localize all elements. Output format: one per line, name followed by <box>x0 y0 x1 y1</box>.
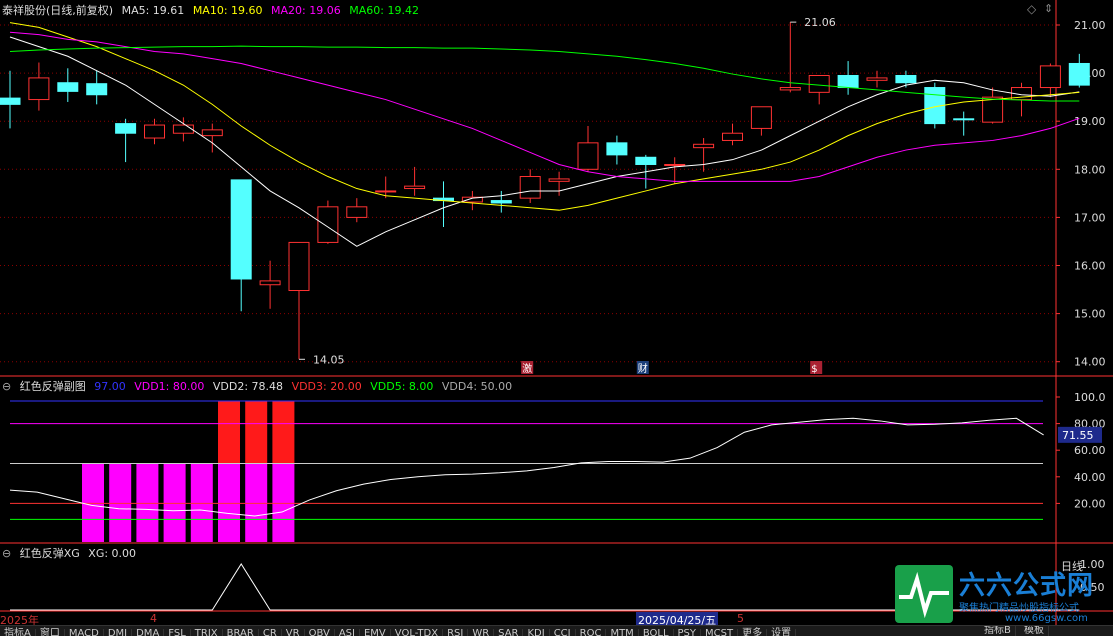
candle-body <box>201 129 223 137</box>
candle-body <box>144 124 165 139</box>
magenta-bar <box>190 463 213 542</box>
candle-body <box>519 176 541 199</box>
candle-body <box>953 118 975 121</box>
candle-body <box>577 142 599 170</box>
magenta-bar <box>272 463 295 542</box>
ma5-label: MA5: 19.61 <box>121 4 185 17</box>
red-bar <box>218 400 240 464</box>
event-mark-label: 激 <box>522 362 532 375</box>
stock-title: 泰祥股份(日线,前复权) <box>2 4 114 17</box>
candle-body <box>779 87 801 91</box>
chart-canvas: 21.00 20.00 19.00 18.00 17.00 16.00 15.00 14.00… <box>0 0 1113 625</box>
indicator-tabs: 指标A 窗口 MACD DMI DMA FSL TRIX BRAR CR VR OBV ASI EMV V… <box>0 625 1113 636</box>
ma10-label: MA10: 19.60 <box>192 4 263 17</box>
candle-body <box>490 200 512 204</box>
sub2-xg: XG: 0.00 <box>88 547 137 560</box>
diamond-icon[interactable]: ◇ <box>1027 2 1036 16</box>
date-may: 5 <box>737 612 744 625</box>
candle-body <box>172 124 194 134</box>
candle-body <box>115 123 137 134</box>
candle-body <box>375 190 397 193</box>
sub1-y-tick-label: 100.0 <box>1074 391 1106 404</box>
ma-line-ma5 <box>9 36 1080 247</box>
candle-body <box>693 143 715 149</box>
candle-body <box>548 178 570 182</box>
sub1-y-tick-label: 20.00 <box>1074 497 1106 510</box>
candle-body <box>86 83 108 96</box>
logo-url: www.66gsw.com <box>1005 613 1088 624</box>
candle-body <box>28 77 50 101</box>
candle-body <box>57 82 79 92</box>
candle-body <box>808 75 830 93</box>
event-mark-label: 财 <box>638 362 648 375</box>
ma-line-ma20 <box>9 31 1080 182</box>
max-label: 21.06 <box>804 16 836 29</box>
main-y-tick-label: 14.00 <box>1074 356 1106 369</box>
magenta-bar <box>136 463 159 542</box>
main-y-tick-label: 16.00 <box>1074 260 1106 273</box>
main-legend: 泰祥股份(日线,前复权) MA5: 19.61 MA10: 19.60 MA20… <box>2 2 424 18</box>
candle-body <box>259 280 281 286</box>
candle-body <box>230 179 252 280</box>
ma20-label: MA20: 19.06 <box>271 4 341 17</box>
magenta-bar <box>245 463 268 542</box>
candle-body <box>982 96 1004 123</box>
candle-body <box>317 206 339 243</box>
min-label: 14.05 <box>313 353 345 366</box>
candle-body <box>1039 65 1061 89</box>
main-y-tick-label: 17.00 <box>1074 211 1106 224</box>
date-april: 4 <box>150 612 157 625</box>
sub1-vdd2: VDD2: 78.48 <box>212 380 284 393</box>
main-y-tick-label: 15.00 <box>1074 308 1106 321</box>
candle-body <box>664 163 686 166</box>
magenta-bar <box>163 463 186 542</box>
candle-body <box>750 106 772 129</box>
candle-body <box>0 97 21 105</box>
sub1-vdd1: VDD1: 80.00 <box>134 380 205 393</box>
sub1-title: 红色反弹副图 <box>19 380 86 393</box>
sub2-expand-icon[interactable]: ⊖ <box>2 547 11 560</box>
scroll-arrows-icon[interactable]: ⇕ <box>1044 2 1053 15</box>
red-bar <box>245 400 268 464</box>
candle-body <box>606 142 628 156</box>
magenta-bar <box>218 463 240 542</box>
sub1-y-tick-label: 40.00 <box>1074 471 1106 484</box>
candle-body <box>404 185 426 190</box>
sub1-expand-icon[interactable]: ⊖ <box>2 380 11 393</box>
candle-body <box>722 132 743 141</box>
sub1-vdd4: VDD4: 50.00 <box>441 380 513 393</box>
candle-body <box>635 156 657 165</box>
current-value-label: 71.55 <box>1062 429 1094 442</box>
main-y-tick-label: 18.00 <box>1074 163 1106 176</box>
ma60-label: MA60: 19.42 <box>349 4 419 17</box>
red-bar <box>272 400 295 464</box>
magenta-bar <box>82 463 104 542</box>
candle-body <box>837 75 859 89</box>
candle-body <box>346 206 368 218</box>
candle-body <box>1068 62 1090 86</box>
event-mark-label: $ <box>811 364 817 375</box>
main-y-tick-label: 19.00 <box>1074 115 1106 128</box>
sub2-title: 红色反弹XG <box>19 547 80 560</box>
candle-body <box>895 75 917 84</box>
main-y-tick-label: 21.00 <box>1074 19 1106 32</box>
sub1-legend: ⊖ 红色反弹副图 97.00 VDD1: 80.00 VDD2: 78.48 V… <box>2 378 517 394</box>
sub2-legend: ⊖ 红色反弹XG XG: 0.00 <box>2 545 141 561</box>
sub1-vdd5: VDD5: 8.00 <box>370 380 434 393</box>
sub1-ind1: 97.00 <box>94 380 126 393</box>
watermark-logo: 六六公式网 聚焦热门精品炒股指标公式 www.66gsw.com <box>895 563 1113 625</box>
logo-text: 六六公式网 <box>959 571 1095 601</box>
candle-body <box>288 241 310 292</box>
logo-subtitle: 聚焦热门精品炒股指标公式 <box>959 603 1079 614</box>
sub1-vdd3: VDD3: 20.00 <box>291 380 362 393</box>
magenta-bar <box>109 463 132 542</box>
sub1-y-tick-label: 60.00 <box>1074 444 1106 457</box>
candle-body <box>866 77 888 81</box>
